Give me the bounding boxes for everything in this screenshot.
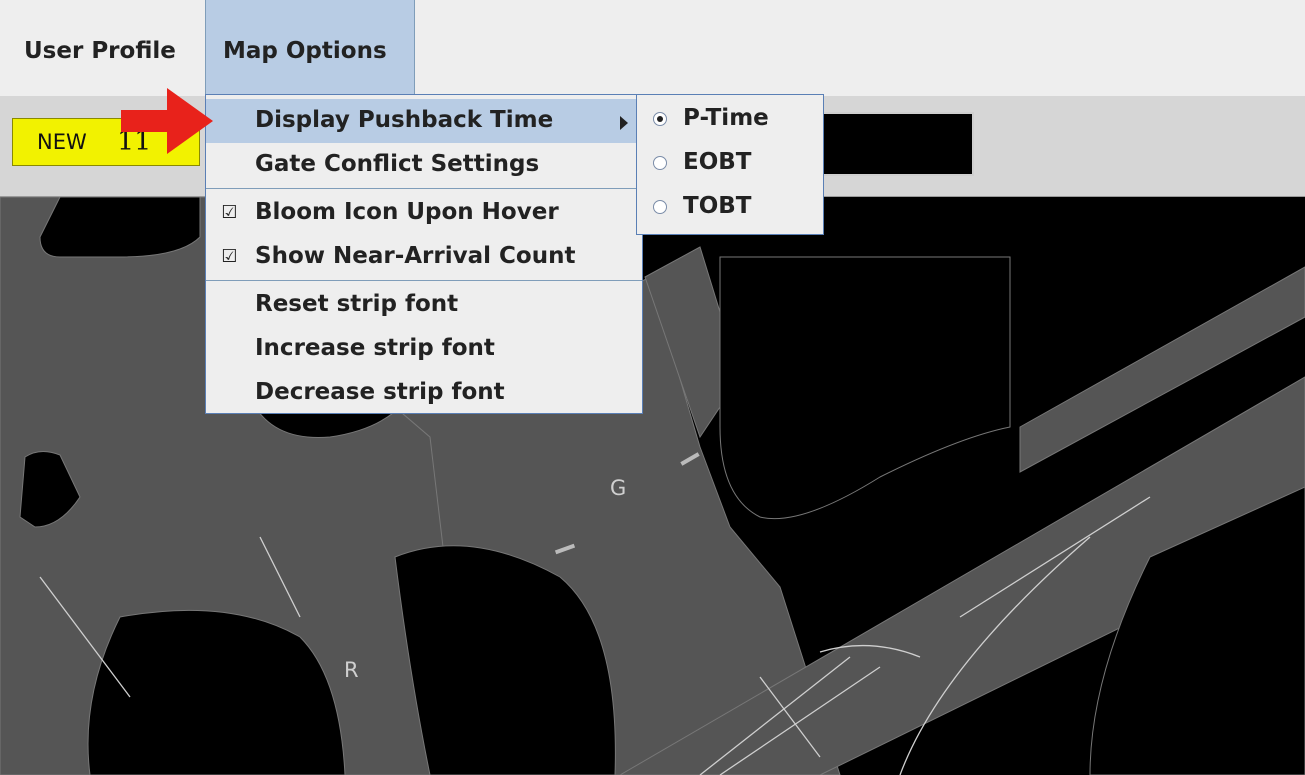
menu-item-label: Display Pushback Time xyxy=(255,107,554,133)
map-options-dropdown: Display Pushback Time Gate Conflict Sett… xyxy=(205,94,643,414)
menu-item-label: Show Near-Arrival Count xyxy=(255,243,576,269)
menu-map-options-label: Map Options xyxy=(223,38,387,64)
menu-map-options[interactable]: Map Options xyxy=(205,0,415,96)
menu-item-label: Bloom Icon Upon Hover xyxy=(255,199,559,225)
menu-bar: User Profile Map Options xyxy=(0,0,1305,96)
status-display-box xyxy=(822,112,974,176)
menu-item-decrease-strip-font[interactable]: Decrease strip font xyxy=(206,371,642,415)
red-arrow-icon xyxy=(121,88,213,158)
menu-item-label: Gate Conflict Settings xyxy=(255,151,540,177)
menu-user-profile-label: User Profile xyxy=(24,38,176,64)
radio-unselected-icon xyxy=(653,200,667,214)
menu-user-profile[interactable]: User Profile xyxy=(24,0,176,96)
menu-item-label: Increase strip font xyxy=(255,335,495,361)
menu-item-increase-strip-font[interactable]: Increase strip font xyxy=(206,327,642,371)
menu-separator xyxy=(206,280,642,281)
chevron-right-icon xyxy=(620,116,628,130)
new-badge-label: NEW xyxy=(37,130,87,154)
taxiway-label-g: G xyxy=(610,476,626,500)
radio-option-label: P-Time xyxy=(683,105,769,131)
menu-item-label: Reset strip font xyxy=(255,291,459,317)
radio-option-label: TOBT xyxy=(683,193,752,219)
radio-option-tobt[interactable]: TOBT xyxy=(637,187,823,231)
menu-item-reset-strip-font[interactable]: Reset strip font xyxy=(206,283,642,327)
radio-option-eobt[interactable]: EOBT xyxy=(637,143,823,187)
menu-item-bloom-icon-upon-hover[interactable]: ☑ Bloom Icon Upon Hover xyxy=(206,191,642,235)
radio-unselected-icon xyxy=(653,156,667,170)
checkmark-icon: ☑ xyxy=(221,246,238,267)
radio-selected-icon xyxy=(653,112,667,126)
menu-item-label: Decrease strip font xyxy=(255,379,505,405)
airport-surface-map[interactable]: G R xyxy=(0,197,1305,775)
menu-item-display-pushback-time[interactable]: Display Pushback Time xyxy=(206,99,642,143)
radio-option-label: EOBT xyxy=(683,149,752,175)
menu-separator xyxy=(206,188,642,189)
radio-option-p-time[interactable]: P-Time xyxy=(637,99,823,143)
pushback-time-submenu: P-Time EOBT TOBT xyxy=(636,94,824,235)
menu-item-show-near-arrival-count[interactable]: ☑ Show Near-Arrival Count xyxy=(206,235,642,279)
taxiway-label-r: R xyxy=(344,658,359,682)
menu-item-gate-conflict-settings[interactable]: Gate Conflict Settings xyxy=(206,143,642,187)
map-canvas: G R xyxy=(0,197,1305,775)
checkmark-icon: ☑ xyxy=(221,202,238,223)
